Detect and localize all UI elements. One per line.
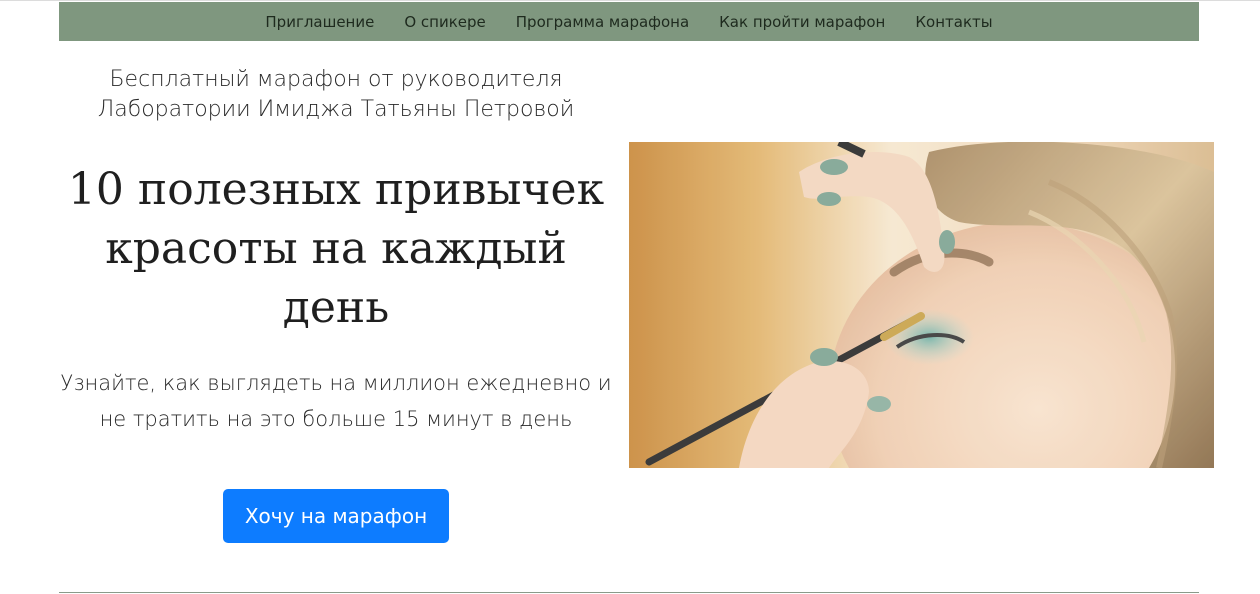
hero-subtitle: Бесплатный марафон от руководителя Лабор… xyxy=(97,67,575,122)
section-divider xyxy=(59,592,1199,593)
nav-link-how-to[interactable]: Как пройти марафон xyxy=(704,13,900,31)
hero-headline: 10 полезных привычек красоты на каждый д… xyxy=(67,164,605,333)
nav-link-invitation[interactable]: Приглашение xyxy=(250,13,389,31)
nav-link-contacts[interactable]: Контакты xyxy=(900,13,1007,31)
nav-link-speaker[interactable]: О спикере xyxy=(389,13,500,31)
makeup-eyeshadow-photo xyxy=(629,142,1214,468)
join-marathon-button[interactable]: Хочу на марафон xyxy=(223,489,449,543)
top-navbar: Приглашение О спикере Программа марафона… xyxy=(59,2,1199,41)
landing-page: Приглашение О спикере Программа марафона… xyxy=(0,0,1260,594)
top-border xyxy=(0,0,1260,1)
nav-link-program[interactable]: Программа марафона xyxy=(501,13,704,31)
hero-lead-text: Узнайте, как выглядеть на миллион ежедне… xyxy=(60,371,612,431)
